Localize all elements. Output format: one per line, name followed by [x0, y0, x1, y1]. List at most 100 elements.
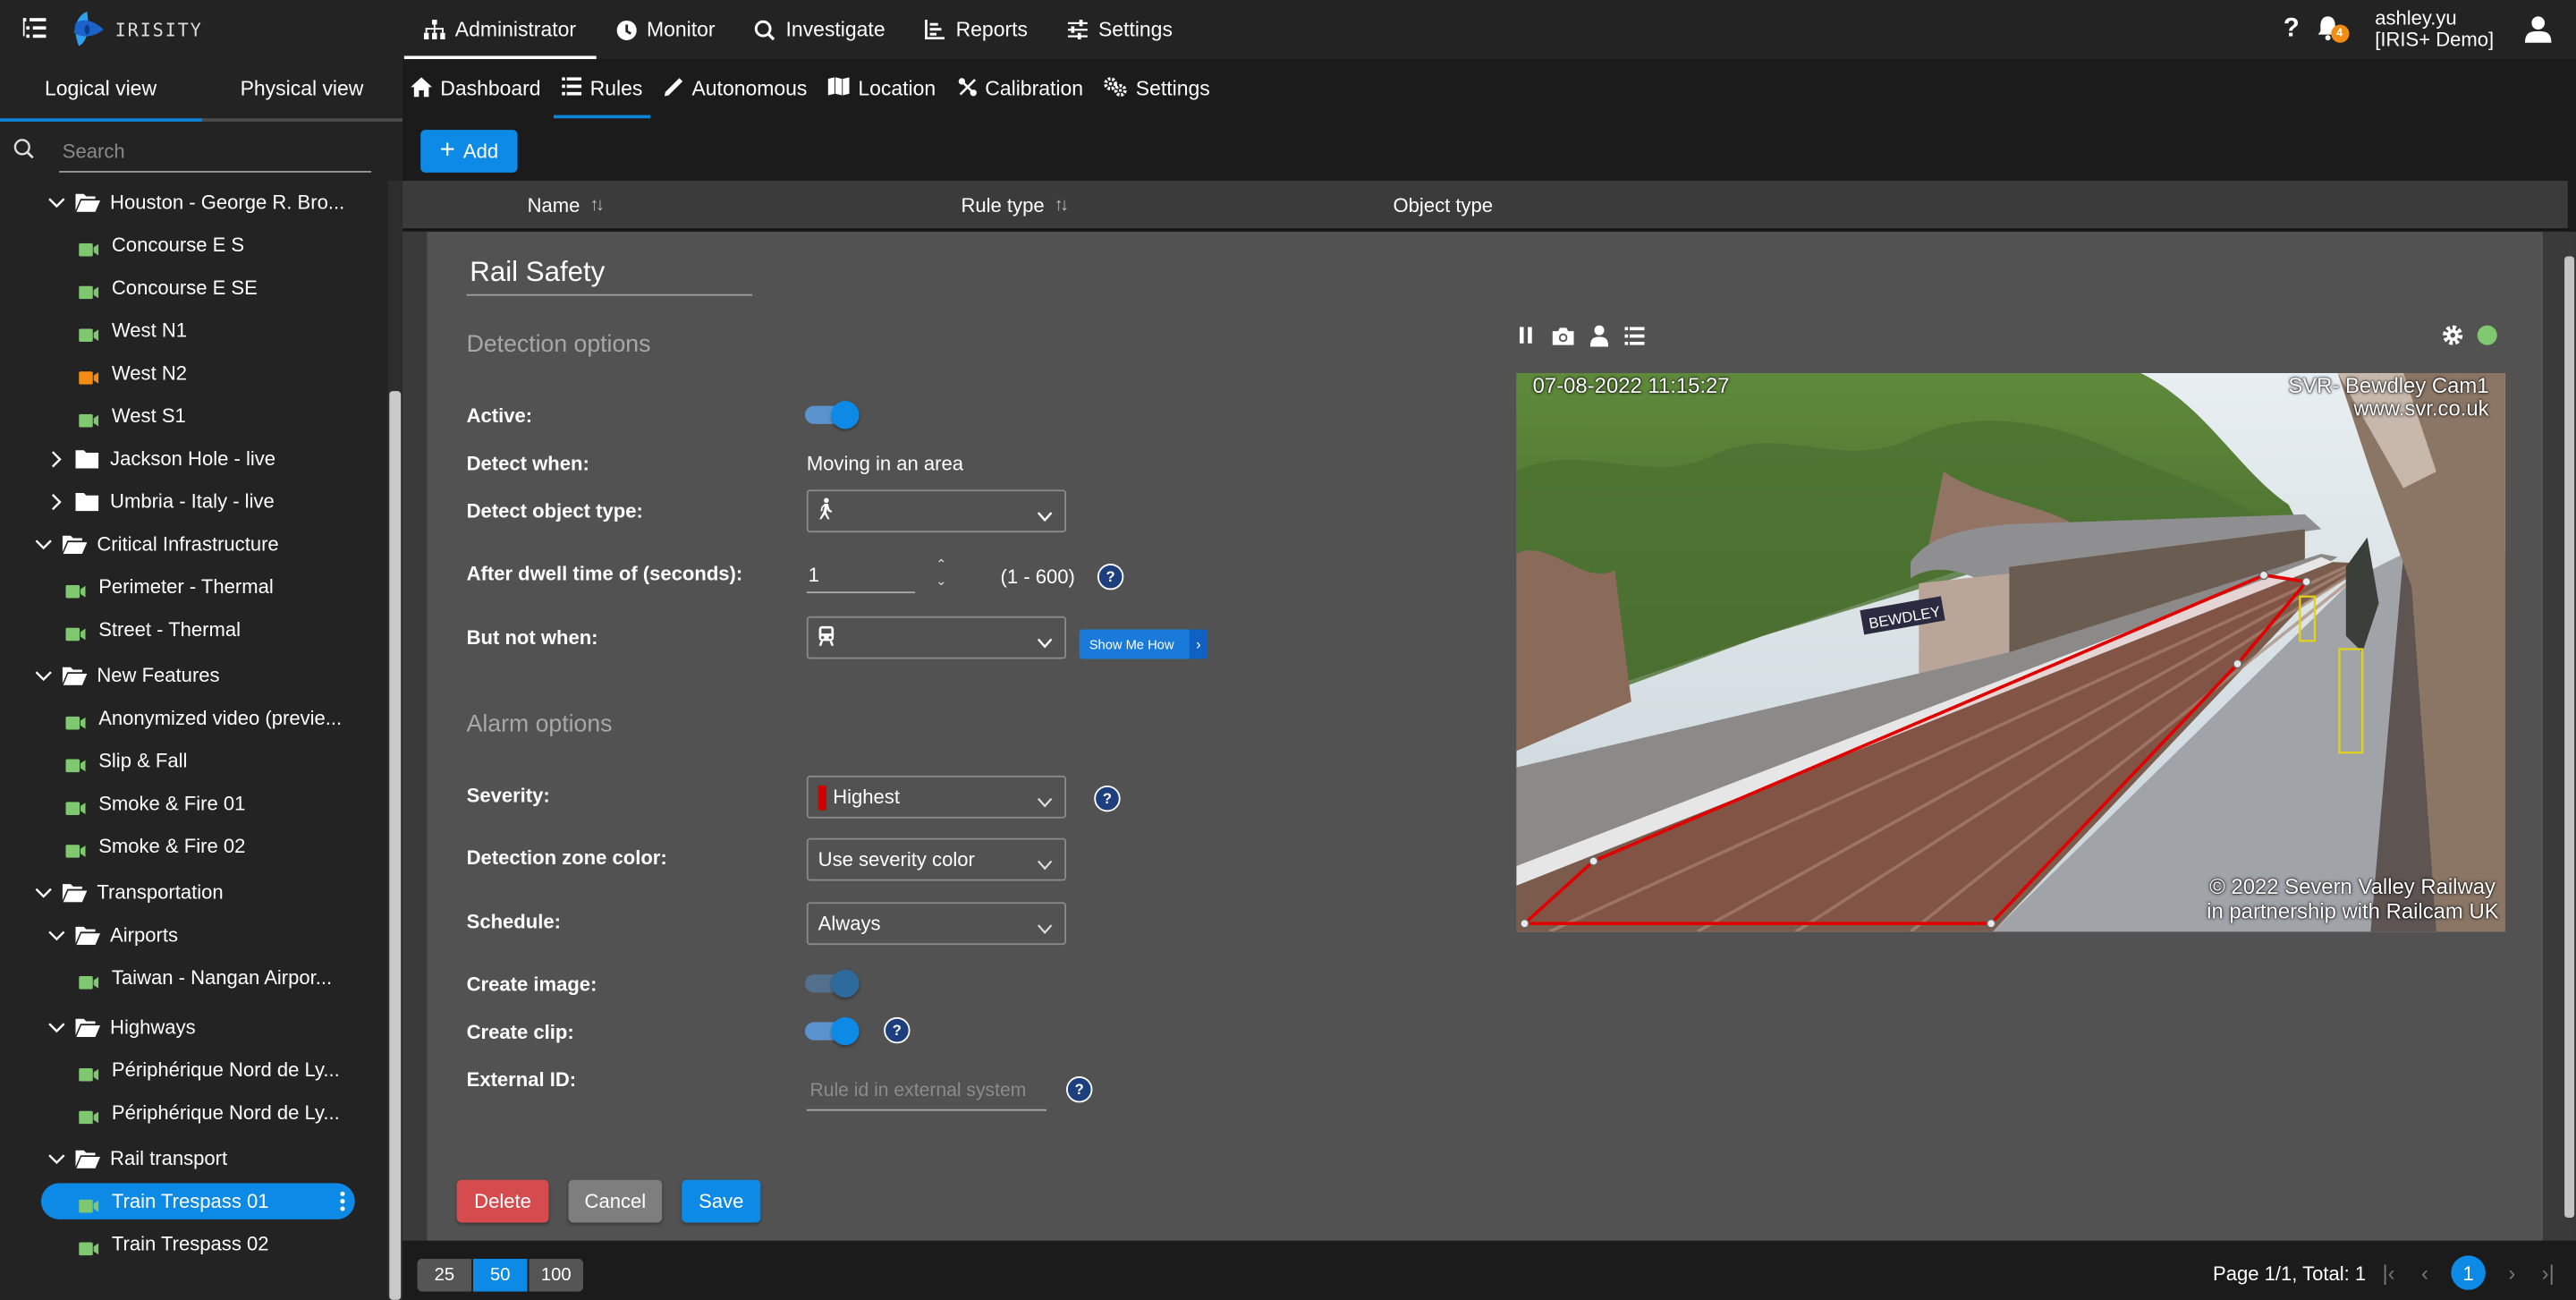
list-icon[interactable]	[1623, 324, 1647, 347]
sort-icon[interactable]: ↑↓	[1055, 195, 1070, 215]
tree-camera[interactable]: West N2	[79, 355, 187, 391]
delete-button[interactable]: Delete	[456, 1179, 549, 1223]
tree-camera[interactable]: Slip & Fall	[65, 743, 187, 778]
tab-logical-view[interactable]: Logical view	[0, 59, 201, 118]
column-name[interactable]: Name ↑↓	[528, 181, 605, 228]
subnav-dashboard[interactable]: Dashboard	[402, 59, 549, 118]
subnav-rules[interactable]: Rules	[554, 59, 651, 119]
sidebar-scrollbar[interactable]	[389, 391, 402, 1300]
current-page-button[interactable]: 1	[2451, 1255, 2486, 1290]
create-clip-toggle[interactable]	[803, 1016, 860, 1046]
page-size-50[interactable]: 50	[471, 1258, 528, 1292]
pause-icon[interactable]	[1514, 324, 1538, 347]
tree-camera[interactable]: Périphérique Nord de Ly...	[79, 1094, 340, 1130]
object-type-select[interactable]	[806, 489, 1067, 533]
decrement-icon[interactable]: ⌄	[933, 574, 949, 590]
create-image-toggle[interactable]	[803, 969, 860, 998]
nav-investigate[interactable]: Investigate	[735, 0, 905, 59]
cancel-button[interactable]: Cancel	[568, 1179, 663, 1223]
show-me-how-button[interactable]: Show Me How ›	[1079, 629, 1208, 659]
tree-folder[interactable]: Rail transport	[46, 1141, 227, 1177]
tree-folder[interactable]: Umbria - Italy - live	[46, 483, 275, 519]
nav-reports[interactable]: Reports	[905, 0, 1047, 59]
page-size-25[interactable]: 25	[417, 1258, 472, 1292]
tree-camera[interactable]: Anonymized video (previe...	[65, 700, 342, 735]
nav-monitor[interactable]: Monitor	[596, 0, 735, 59]
tree-camera[interactable]: West S1	[79, 397, 186, 433]
tree-folder[interactable]: Houston - George R. Bro...	[46, 184, 344, 220]
tree-folder[interactable]: Highways	[46, 1009, 196, 1045]
camera-video-feed[interactable]: BEWDLEY 07-08-2022 11:15:27 SVR- Bewdley…	[1516, 372, 2505, 932]
tree-camera[interactable]: Concourse E S	[79, 226, 244, 262]
nav-settings[interactable]: Settings	[1047, 0, 1192, 59]
external-id-input[interactable]	[806, 1073, 1046, 1111]
nav-administrator[interactable]: Administrator	[403, 0, 596, 60]
column-rule-type[interactable]: Rule type ↑↓	[961, 181, 1070, 228]
clip-help-icon[interactable]: ?	[884, 1016, 911, 1044]
zone-handle[interactable]	[2258, 570, 2269, 581]
avatar[interactable]	[2523, 15, 2553, 45]
chevron-down-icon[interactable]	[46, 1149, 65, 1168]
active-toggle[interactable]	[803, 401, 860, 429]
zone-handle[interactable]	[1589, 856, 1598, 866]
gear-icon[interactable]	[2441, 324, 2464, 347]
tree-camera[interactable]: Concourse E SE	[79, 269, 258, 305]
chevron-down-icon[interactable]	[33, 666, 53, 685]
rule-name-input[interactable]	[466, 251, 753, 296]
tree-camera[interactable]: Smoke & Fire 01	[65, 786, 245, 821]
sort-icon[interactable]: ↑↓	[589, 195, 605, 215]
external-id-help-icon[interactable]: ?	[1066, 1076, 1093, 1103]
increment-icon[interactable]: ⌃	[933, 557, 949, 574]
chevron-down-icon[interactable]	[46, 1017, 65, 1037]
severity-select[interactable]: Highest	[806, 775, 1067, 819]
tree-folder[interactable]: Airports	[46, 917, 178, 953]
tree-camera[interactable]: Train Trespass 02	[79, 1226, 269, 1262]
zone-color-select[interactable]: Use severity color	[806, 837, 1067, 881]
dwell-time-input[interactable]	[806, 558, 916, 594]
tree-camera[interactable]: Street - Thermal	[65, 611, 241, 647]
tree-menu-icon[interactable]	[22, 16, 49, 39]
search-input[interactable]	[59, 131, 372, 173]
next-page-icon[interactable]: ›	[2502, 1260, 2521, 1286]
subnav-calibration[interactable]: Calibration	[949, 59, 1091, 118]
prev-page-icon[interactable]: ‹	[2415, 1260, 2435, 1286]
person-icon[interactable]	[1587, 324, 1610, 347]
tree-camera[interactable]: Smoke & Fire 02	[65, 828, 245, 864]
help-icon[interactable]: ?	[2284, 15, 2300, 45]
tree-camera[interactable]: West N1	[79, 312, 187, 348]
tab-physical-view[interactable]: Physical view	[201, 59, 402, 118]
first-page-icon[interactable]: |‹	[2379, 1260, 2399, 1286]
dwell-help-icon[interactable]: ?	[1097, 563, 1124, 591]
subnav-settings[interactable]: Settings	[1097, 59, 1218, 118]
severity-help-icon[interactable]: ?	[1094, 785, 1121, 812]
zone-handle[interactable]	[1986, 918, 1996, 929]
user-info[interactable]: ashley.yu [IRIS+ Demo]	[2375, 7, 2494, 51]
chevron-right-icon[interactable]	[46, 491, 65, 511]
irisity-logo[interactable]: IRISITY	[69, 10, 202, 49]
zone-handle[interactable]	[2301, 576, 2312, 587]
chevron-down-icon[interactable]	[33, 882, 53, 902]
chevron-right-icon[interactable]	[46, 448, 65, 468]
notifications-button[interactable]: 4	[2316, 15, 2349, 45]
tree-camera[interactable]: Train Trespass 01	[40, 1183, 355, 1219]
tree-camera[interactable]: Périphérique Nord de Ly...	[79, 1051, 340, 1087]
tree-folder[interactable]: Critical Infrastructure	[33, 526, 279, 562]
schedule-select[interactable]: Always	[806, 902, 1067, 946]
but-not-when-select[interactable]	[806, 616, 1067, 659]
page-size-100[interactable]: 100	[527, 1258, 584, 1292]
main-scrollbar[interactable]	[2564, 256, 2575, 1218]
zone-handle[interactable]	[2233, 658, 2242, 669]
dwell-time-stepper[interactable]: ⌃ ⌄	[933, 557, 949, 593]
tree-folder[interactable]: Transportation	[33, 874, 224, 910]
tree-folder[interactable]: New Features	[33, 658, 220, 693]
subnav-location[interactable]: Location	[820, 59, 944, 118]
chevron-down-icon[interactable]	[33, 534, 53, 554]
chevron-down-icon[interactable]	[46, 192, 65, 212]
camera-snapshot-icon[interactable]	[1551, 324, 1574, 347]
last-page-icon[interactable]: ›|	[2538, 1260, 2558, 1286]
zone-handle[interactable]	[1520, 918, 1530, 929]
chevron-down-icon[interactable]	[46, 925, 65, 945]
tree-camera[interactable]: Taiwan - Nangan Airpor...	[79, 960, 332, 996]
more-options-icon[interactable]	[340, 1191, 345, 1211]
subnav-autonomous[interactable]: Autonomous	[656, 59, 816, 118]
